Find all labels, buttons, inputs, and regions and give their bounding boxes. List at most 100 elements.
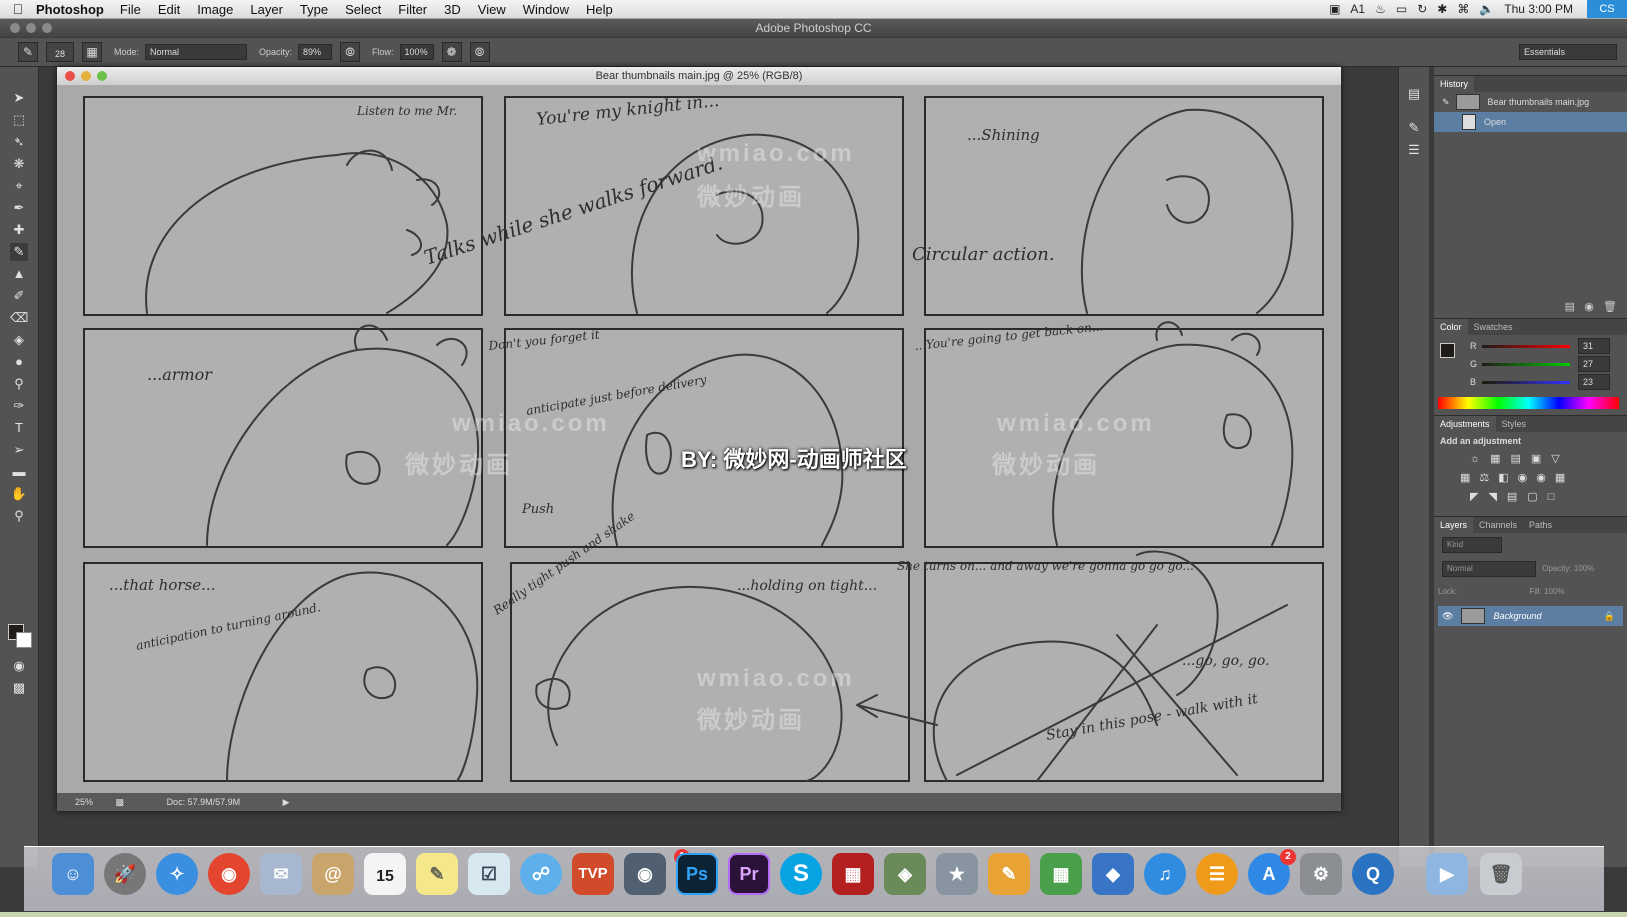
finder-icon[interactable]: ☺ <box>52 853 94 895</box>
time-machine-icon[interactable]: ↻ <box>1417 2 1427 16</box>
layer-fill-value[interactable]: 100% <box>1544 587 1564 596</box>
adjustment-icons-row-3[interactable]: ◤◥▤▢□ <box>1470 490 1621 503</box>
ibooks-icon[interactable]: ☰ <box>1196 853 1238 895</box>
history-panel-icon[interactable]: ▤ <box>1405 85 1423 103</box>
lasso-tool-icon[interactable]: ➴ <box>10 133 28 151</box>
pen-tool-icon[interactable]: ✑ <box>10 397 28 415</box>
document-close-button[interactable] <box>65 71 75 81</box>
tvpaint-icon[interactable]: TVP <box>572 853 614 895</box>
delete-state-icon[interactable]: 🗑 <box>1603 301 1617 313</box>
healing-brush-tool-icon[interactable]: ✚ <box>10 221 28 239</box>
pressure-size-icon[interactable]: ⦾ <box>469 42 490 62</box>
tab-adjustments[interactable]: Adjustments <box>1434 416 1496 432</box>
menu-layer[interactable]: Layer <box>250 2 283 17</box>
calendar-icon[interactable]: 15 <box>364 853 406 895</box>
path-selection-tool-icon[interactable]: ➢ <box>10 441 28 459</box>
menu-3d[interactable]: 3D <box>444 2 461 17</box>
color-fg-swatch[interactable] <box>1440 343 1455 358</box>
quick-select-tool-icon[interactable]: ❋ <box>10 155 28 173</box>
launchpad-icon[interactable]: 🚀 <box>104 853 146 895</box>
reminders-icon[interactable]: ☑ <box>468 853 510 895</box>
system-preferences-icon[interactable]: ⚙ <box>1300 853 1342 895</box>
iphoto-icon[interactable]: ◈ <box>884 853 926 895</box>
tab-color[interactable]: Color <box>1434 319 1468 335</box>
tab-swatches[interactable]: Swatches <box>1468 319 1519 335</box>
photo-booth-icon[interactable]: ▦ <box>832 853 874 895</box>
r-slider[interactable] <box>1482 345 1570 348</box>
menu-file[interactable]: File <box>120 2 141 17</box>
menu-help[interactable]: Help <box>586 2 613 17</box>
background-color-swatch[interactable] <box>16 632 32 648</box>
brush-panel-toggle-icon[interactable]: ▦ <box>82 42 102 62</box>
bluetooth-icon[interactable]: ✱ <box>1437 2 1447 16</box>
chrome-icon[interactable]: ◉ <box>208 853 250 895</box>
g-slider[interactable] <box>1482 363 1570 366</box>
marquee-tool-icon[interactable]: ⬚ <box>10 111 28 129</box>
app-minimize-button[interactable] <box>26 23 36 33</box>
tab-channels[interactable]: Channels <box>1473 517 1523 533</box>
new-document-from-state-icon[interactable]: ▤ <box>1565 301 1575 313</box>
status-menu-arrow-icon[interactable]: ▶ <box>283 797 290 807</box>
menu-type[interactable]: Type <box>300 2 328 17</box>
mail-icon[interactable]: ✉ <box>260 853 302 895</box>
downloads-folder-icon[interactable]: ▶ <box>1426 853 1468 895</box>
menu-filter[interactable]: Filter <box>398 2 427 17</box>
notification-bell-icon[interactable]: ♨ <box>1375 2 1386 16</box>
brush-tool-preset-icon[interactable]: ✎ <box>18 42 38 62</box>
menu-edit[interactable]: Edit <box>158 2 180 17</box>
pages-icon[interactable]: ✎ <box>988 853 1030 895</box>
contacts-icon[interactable]: @ <box>312 853 354 895</box>
document-canvas[interactable]: Listen to me Mr. Talks while she walks f… <box>57 85 1341 793</box>
tab-history[interactable]: History <box>1434 76 1475 92</box>
dodge-tool-icon[interactable]: ⚲ <box>10 375 28 393</box>
airbrush-icon[interactable]: ❁ <box>441 42 462 62</box>
layer-lock-icon[interactable]: 🔒 <box>1604 611 1615 622</box>
trash-icon[interactable]: 🗑 <box>1480 853 1522 895</box>
type-tool-icon[interactable]: T <box>10 419 28 437</box>
flow-input[interactable]: 100% <box>399 44 434 60</box>
workspace-select[interactable]: Essentials <box>1519 44 1617 60</box>
premiere-icon[interactable]: Pr <box>728 853 770 895</box>
history-state-open[interactable]: Open <box>1434 112 1627 132</box>
menu-select[interactable]: Select <box>345 2 381 17</box>
skype-icon[interactable]: S <box>780 853 822 895</box>
layer-visibility-eye-icon[interactable]: 👁 <box>1442 611 1453 622</box>
menu-view[interactable]: View <box>478 2 506 17</box>
itunes-icon[interactable]: ♫ <box>1144 853 1186 895</box>
app-zoom-button[interactable] <box>42 23 52 33</box>
properties-panel-icon[interactable]: ☰ <box>1405 141 1423 159</box>
g-value[interactable]: 27 <box>1578 356 1610 372</box>
airplay-icon[interactable]: ▭ <box>1396 2 1407 16</box>
clock[interactable]: Thu 3:00 PM <box>1504 2 1573 16</box>
paint-bucket-tool-icon[interactable]: ◈ <box>10 331 28 349</box>
numbers-icon[interactable]: ▦ <box>1040 853 1082 895</box>
opacity-input[interactable]: 89% <box>298 44 333 60</box>
b-slider[interactable] <box>1482 381 1570 384</box>
hand-tool-icon[interactable]: ✋ <box>10 485 28 503</box>
crop-tool-icon[interactable]: ⌖ <box>10 177 28 195</box>
pressure-opacity-icon[interactable]: ⦾ <box>340 42 361 62</box>
imovie-icon[interactable]: ★ <box>936 853 978 895</box>
color-spectrum-ramp[interactable] <box>1438 397 1619 409</box>
brush-panel-icon[interactable]: ✎ <box>1405 119 1423 137</box>
safari-icon[interactable]: ✧ <box>156 853 198 895</box>
facetime-icon[interactable]: ◉ <box>624 853 666 895</box>
history-brush-tool-icon[interactable]: ✐ <box>10 287 28 305</box>
r-value[interactable]: 31 <box>1578 338 1610 354</box>
adjustment-icons-row-2[interactable]: ▦⚖◧◉◉▦ <box>1460 471 1621 484</box>
apple-icon[interactable]:  <box>0 1 36 17</box>
creative-cloud-badge[interactable]: CS <box>1587 0 1627 18</box>
mode-select[interactable]: Normal <box>145 44 248 60</box>
quick-mask-icon[interactable]: ◉ <box>10 657 28 675</box>
menu-window[interactable]: Window <box>523 2 569 17</box>
zoom-level[interactable]: 25% <box>75 797 93 807</box>
zoom-tool-icon[interactable]: ⚲ <box>10 507 28 525</box>
tab-styles[interactable]: Styles <box>1496 416 1533 432</box>
menu-app-name[interactable]: Photoshop <box>36 2 104 17</box>
tab-layers[interactable]: Layers <box>1434 517 1474 533</box>
rectangle-tool-icon[interactable]: ▬ <box>10 463 28 481</box>
quicktime-icon[interactable]: Q <box>1352 853 1394 895</box>
layer-opacity-value[interactable]: 100% <box>1574 564 1594 573</box>
keynote-icon[interactable]: ◆ <box>1092 853 1134 895</box>
layer-blend-mode[interactable]: Normal <box>1442 561 1536 577</box>
